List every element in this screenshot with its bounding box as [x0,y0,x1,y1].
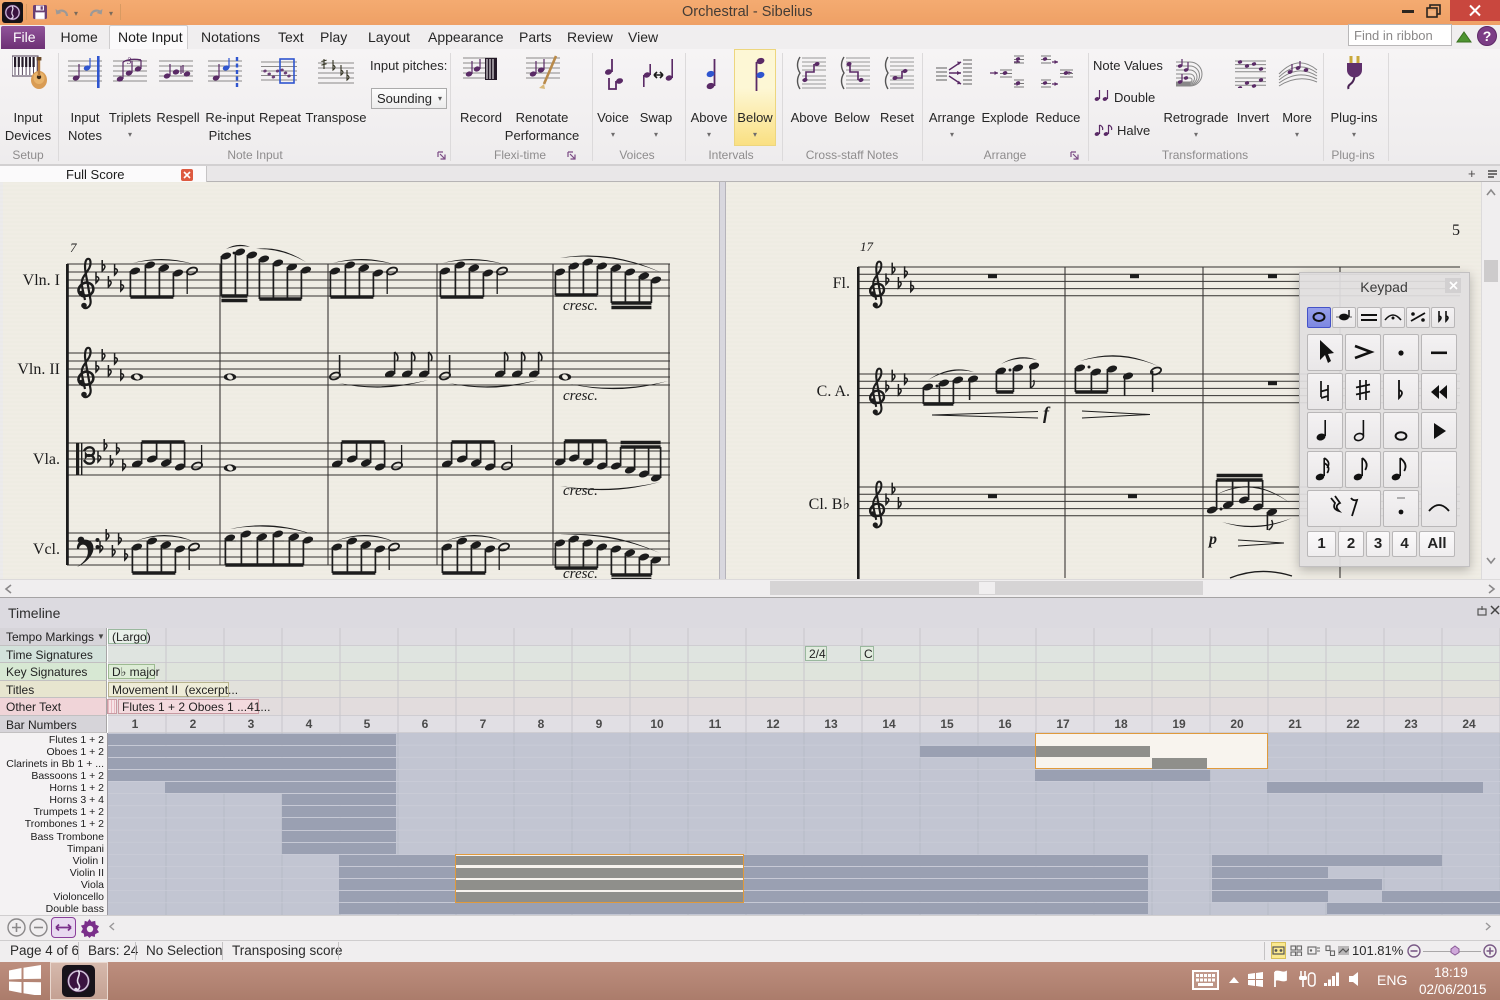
svg-text:C. A.: C. A. [817,383,850,400]
svg-text:Fl.: Fl. [833,275,850,292]
svg-text:Vln. I: Vln. I [23,272,60,289]
svg-text:Vln. II: Vln. II [17,361,60,378]
svg-text:cresc.: cresc. [563,298,598,314]
svg-text:cresc.: cresc. [563,483,598,499]
svg-text:cresc.: cresc. [563,566,598,579]
svg-text:?: ? [1483,28,1492,44]
svg-text:cresc.: cresc. [563,388,598,404]
svg-text:3: 3 [126,56,132,66]
svg-text:5: 5 [1452,222,1460,239]
svg-text:Vla.: Vla. [33,451,60,468]
svg-text:7: 7 [70,240,77,255]
svg-text:Cl. B♭: Cl. B♭ [809,496,850,513]
svg-text:Vcl.: Vcl. [33,541,60,558]
svg-text:p: p [1207,531,1217,548]
svg-text:17: 17 [860,239,874,254]
